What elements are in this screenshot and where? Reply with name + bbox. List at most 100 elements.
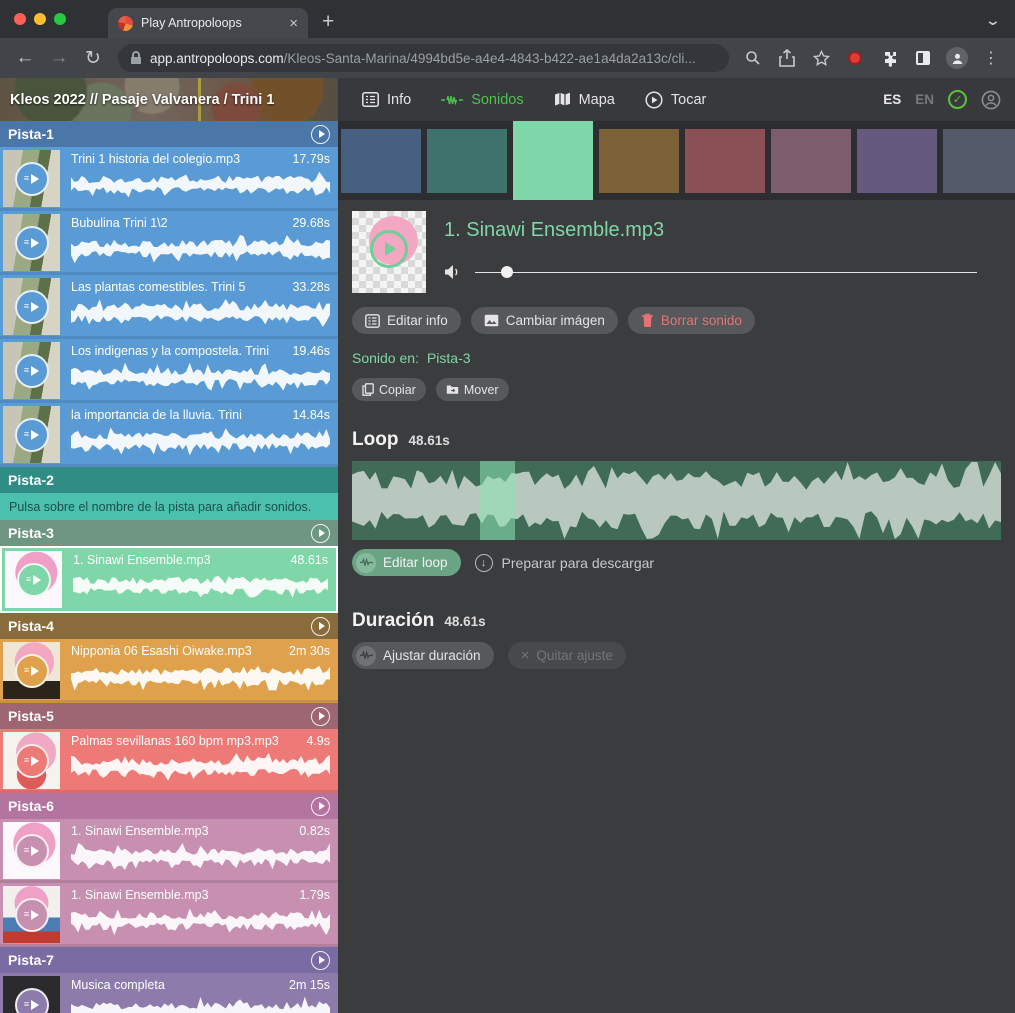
- assigned-label: Sonido en:: [352, 350, 419, 366]
- forward-button[interactable]: →: [44, 43, 74, 73]
- remove-adjust-button[interactable]: × Quitar ajuste: [508, 642, 626, 669]
- clip-play-icon[interactable]: ≡: [15, 988, 49, 1013]
- zoom-window-button[interactable]: [54, 13, 66, 25]
- loop-playhead-region[interactable]: [480, 461, 515, 540]
- clip-play-icon[interactable]: ≡: [15, 290, 49, 324]
- clip-duration: 33.28s: [292, 280, 330, 294]
- clip-play-icon[interactable]: ≡: [15, 162, 49, 196]
- sound-play-icon[interactable]: [370, 230, 408, 268]
- prepare-download-button[interactable]: ↓ Preparar para descargar: [475, 554, 655, 572]
- track-header[interactable]: Pista-5: [0, 703, 338, 729]
- close-window-button[interactable]: [14, 13, 26, 25]
- new-tab-button[interactable]: +: [322, 10, 334, 34]
- track-tab-8[interactable]: [943, 129, 1015, 193]
- track-tab-6[interactable]: [771, 129, 851, 193]
- track-header[interactable]: Pista-7: [0, 947, 338, 973]
- track-header[interactable]: Pista-4: [0, 613, 338, 639]
- track-tab-1[interactable]: [341, 129, 421, 193]
- sound-image[interactable]: [352, 211, 426, 293]
- clip-play-icon[interactable]: ≡: [17, 563, 51, 597]
- tab-search-chevron-icon[interactable]: ⌄: [985, 12, 1001, 29]
- bookmark-star-icon[interactable]: [807, 44, 835, 72]
- clip[interactable]: ≡Los indigenas y la compostela. Trini19.…: [0, 339, 338, 403]
- tab-tocar[interactable]: Tocar: [645, 91, 706, 109]
- track-tab-4[interactable]: [599, 129, 679, 193]
- assigned-track-link[interactable]: Pista-3: [427, 350, 471, 366]
- volume-slider[interactable]: [475, 266, 977, 278]
- track-header[interactable]: Pista-2: [0, 467, 338, 493]
- clip-play-icon[interactable]: ≡: [15, 654, 49, 688]
- edit-info-label: Editar info: [387, 313, 448, 328]
- clip[interactable]: ≡Musica completa2m 15s: [0, 973, 338, 1013]
- clip-play-icon[interactable]: ≡: [15, 354, 49, 388]
- reload-button[interactable]: ↻: [78, 43, 108, 73]
- clip[interactable]: ≡Trini 1 historia del colegio.mp317.79s: [0, 147, 338, 211]
- empty-track-hint: Pulsa sobre el nombre de la pista para a…: [0, 493, 338, 520]
- clip[interactable]: ≡Bubulina Trini 1\229.68s: [0, 211, 338, 275]
- clip[interactable]: ≡la importancia de la lluvia. Trini14.84…: [0, 403, 338, 467]
- track-play-icon[interactable]: [311, 617, 330, 636]
- change-image-button[interactable]: Cambiar imágen: [471, 307, 618, 334]
- clip-play-icon[interactable]: ≡: [15, 834, 49, 868]
- edit-info-button[interactable]: Editar info: [352, 307, 461, 334]
- clip-play-icon[interactable]: ≡: [15, 226, 49, 260]
- browser-tab[interactable]: Play Antropoloops ×: [108, 8, 308, 38]
- clip[interactable]: ≡Palmas sevillanas 160 bpm mp3.mp34.9s: [0, 729, 338, 793]
- loop-waveform[interactable]: [352, 461, 1001, 540]
- record-extension-icon[interactable]: [841, 44, 869, 72]
- zoom-icon[interactable]: [739, 44, 767, 72]
- tab-mapa[interactable]: Mapa: [554, 92, 615, 108]
- profile-avatar-icon[interactable]: [943, 44, 971, 72]
- track-tab-3[interactable]: [513, 121, 593, 200]
- content: Pista-1≡Trini 1 historia del colegio.mp3…: [0, 121, 1015, 1013]
- volume-knob[interactable]: [501, 266, 513, 278]
- track-tab-2[interactable]: [427, 129, 507, 193]
- track-play-icon[interactable]: [311, 125, 330, 144]
- clip-title: la importancia de la lluvia. Trini: [71, 408, 242, 422]
- address-bar[interactable]: app.antropoloops.com/Kleos-Santa-Marina/…: [118, 44, 729, 72]
- tab-info[interactable]: Info: [362, 92, 411, 108]
- track-play-icon[interactable]: [311, 524, 330, 543]
- clip-duration: 2m 15s: [289, 978, 330, 992]
- back-button[interactable]: ←: [10, 43, 40, 73]
- track-header[interactable]: Pista-3: [0, 520, 338, 546]
- saved-check-icon[interactable]: ✓: [948, 90, 967, 109]
- account-icon[interactable]: [981, 90, 1001, 110]
- extensions-puzzle-icon[interactable]: [875, 44, 903, 72]
- delete-sound-button[interactable]: Borrar sonido: [628, 307, 755, 334]
- edit-loop-button[interactable]: Editar loop: [352, 549, 461, 576]
- clip-play-icon[interactable]: ≡: [15, 418, 49, 452]
- track-tab-5[interactable]: [685, 129, 765, 193]
- clip[interactable]: ≡Las plantas comestibles. Trini 533.28s: [0, 275, 338, 339]
- clip[interactable]: ≡1. Sinawi Ensemble.mp31.79s: [0, 883, 338, 947]
- tab-sonidos[interactable]: Sonidos: [441, 92, 523, 108]
- adjust-duration-button[interactable]: Ajustar duración: [352, 642, 494, 669]
- move-button[interactable]: Mover: [436, 378, 509, 401]
- clip-play-icon[interactable]: ≡: [15, 898, 49, 932]
- clip[interactable]: ≡1. Sinawi Ensemble.mp30.82s: [0, 819, 338, 883]
- clip[interactable]: ≡Nipponia 06 Esashi Oiwake.mp32m 30s: [0, 639, 338, 703]
- clip-duration: 1.79s: [299, 888, 330, 902]
- track-play-icon[interactable]: [311, 707, 330, 726]
- project-banner[interactable]: Kleos 2022 // Pasaje Valvanera / Trini 1: [0, 78, 338, 121]
- tab-close-icon[interactable]: ×: [289, 16, 298, 31]
- folder-move-icon: [446, 384, 459, 395]
- side-panel-icon[interactable]: [909, 44, 937, 72]
- assigned-track-row: Sonido en: Pista-3: [338, 334, 1015, 370]
- lang-en[interactable]: EN: [915, 92, 934, 107]
- browser-menu-icon[interactable]: ⋮: [977, 44, 1005, 72]
- track-header[interactable]: Pista-1: [0, 121, 338, 147]
- share-icon[interactable]: [773, 44, 801, 72]
- minimize-window-button[interactable]: [34, 13, 46, 25]
- track-play-icon[interactable]: [311, 797, 330, 816]
- track-header[interactable]: Pista-6: [0, 793, 338, 819]
- clip-play-icon[interactable]: ≡: [15, 744, 49, 778]
- tab-title: Play Antropoloops: [141, 16, 281, 30]
- lang-es[interactable]: ES: [883, 92, 901, 107]
- adjust-duration-label: Ajustar duración: [383, 648, 481, 663]
- track-tab-7[interactable]: [857, 129, 937, 193]
- copy-label: Copiar: [379, 383, 416, 397]
- clip[interactable]: ≡1. Sinawi Ensemble.mp348.61s: [0, 546, 338, 613]
- copy-button[interactable]: Copiar: [352, 378, 426, 401]
- track-play-icon[interactable]: [311, 951, 330, 970]
